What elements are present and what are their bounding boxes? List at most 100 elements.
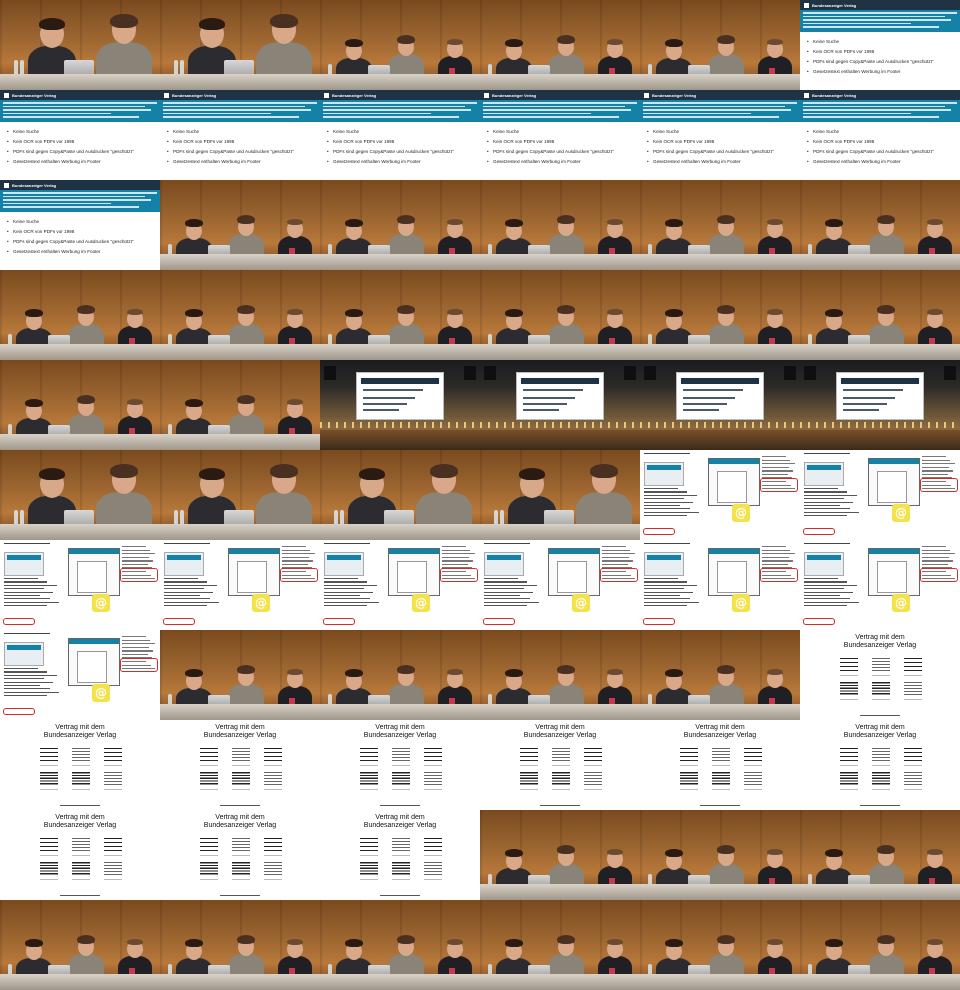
highlight-box	[163, 618, 195, 625]
side-text-line	[922, 463, 955, 465]
video-thumbnail-stage-wide	[480, 270, 640, 360]
contract-page-thumbnail	[264, 748, 282, 762]
page-caption	[104, 765, 122, 766]
video-thumbnail-stage-wide	[480, 900, 640, 990]
person-hair	[199, 18, 225, 30]
body-text-line	[644, 498, 684, 500]
page-caption	[872, 789, 890, 790]
contract-page-thumbnail	[424, 772, 442, 786]
body-text-line	[4, 605, 47, 607]
video-thumbnail-stage-wide	[320, 630, 480, 720]
banner-text-line	[3, 202, 111, 204]
person-hair	[447, 669, 463, 675]
contract-page-thumbnail	[840, 682, 858, 696]
person-hair	[287, 669, 303, 675]
contract-page-thumbnail	[904, 748, 922, 762]
body-text-line	[4, 691, 60, 693]
person-hair	[185, 399, 203, 407]
body-text-line	[4, 588, 44, 590]
person-hair	[25, 399, 43, 407]
body-text-line	[484, 601, 540, 603]
body-text-line	[4, 601, 60, 603]
banner-text-line	[643, 116, 779, 118]
person-hair	[345, 309, 363, 317]
person-hair	[825, 309, 843, 317]
contract-page-thumbnail	[232, 772, 250, 786]
body-text	[324, 578, 380, 608]
body-text-line	[644, 584, 697, 586]
body-text-line	[804, 494, 857, 496]
person-hair	[287, 939, 303, 945]
banner-text-line	[803, 19, 951, 21]
pdf-screenshot	[68, 548, 120, 596]
banner-text-line	[483, 116, 619, 118]
side-text-line	[602, 553, 635, 555]
contract-page-thumbnail	[392, 838, 410, 852]
video-thumbnail-stage-close	[0, 450, 160, 540]
body-text-line	[4, 671, 48, 673]
body-text-line	[164, 601, 220, 603]
at-sign-icon: @	[252, 594, 270, 612]
site-notice-banner	[800, 10, 960, 32]
side-text-line	[442, 549, 471, 551]
desk	[800, 974, 960, 990]
banner-text-line	[3, 102, 157, 104]
side-text-line	[122, 643, 155, 645]
body-text-line	[324, 605, 367, 607]
person-hair	[447, 309, 463, 315]
source-link	[220, 805, 260, 806]
person-hair	[185, 939, 203, 947]
contract-page-thumbnail	[200, 838, 218, 852]
page-caption	[72, 789, 90, 790]
bullet-item: Keine Suche	[806, 37, 933, 47]
site-header: Bundesanzeiger Verlag	[0, 90, 160, 100]
video-thumbnail-pdf: @	[320, 540, 480, 630]
site-brand: Bundesanzeiger Verlag	[332, 92, 377, 98]
side-text-line	[442, 553, 475, 555]
eagle-logo-icon	[324, 92, 329, 98]
side-text-line	[922, 546, 946, 548]
page-caption	[584, 789, 602, 790]
contract-title: Vertrag mit dem Bundesanzeiger Verlag	[320, 814, 480, 830]
body-text-line	[804, 498, 844, 500]
at-sign-icon: @	[732, 594, 750, 612]
body-text-line	[804, 515, 847, 517]
person-hair	[199, 468, 225, 480]
contract-title: Vertrag mit dem Bundesanzeiger Verlag	[800, 634, 960, 650]
body-text	[644, 488, 700, 518]
video-thumbnail-stage-wide	[0, 270, 160, 360]
bullet-item: PDFs sind gegen Copy&Paste und Ausdrucke…	[486, 147, 613, 157]
video-thumbnail-website: Bundesanzeiger Verlag Keine SucheKein OCR…	[800, 90, 960, 180]
slide-header	[841, 378, 919, 384]
bullet-item: PDFs sind gegen Copy&Paste und Ausdrucke…	[166, 147, 293, 157]
bullet-item: Kein OCR von PDFs vor 1998	[806, 47, 933, 57]
person-hair	[927, 219, 943, 225]
bullet-list: Keine SucheKein OCR von PDFs vor 1998PDF…	[486, 127, 613, 167]
at-sign-icon: @	[572, 594, 590, 612]
body-text-line	[324, 591, 374, 593]
desk	[640, 254, 800, 270]
contract-title-line1: Vertrag mit dem	[55, 814, 105, 821]
banner-text-line	[643, 105, 785, 107]
page-caption	[232, 855, 250, 856]
banner-text-line	[3, 192, 157, 194]
slide-text-line	[363, 389, 423, 391]
body-text-line	[644, 601, 700, 603]
side-text-line	[282, 560, 314, 562]
body-text-line	[324, 578, 358, 580]
banner-text-line	[3, 199, 151, 201]
slide-text-line	[363, 397, 415, 399]
speaker-box	[324, 366, 336, 380]
person-hair	[397, 215, 415, 224]
body-text-line	[164, 605, 207, 607]
contract-page-thumbnail	[104, 862, 122, 876]
person-hair	[77, 305, 95, 314]
pdf-screenshot	[68, 638, 120, 686]
video-thumbnail-pdf: @	[800, 540, 960, 630]
site-brand: Bundesanzeiger Verlag	[812, 92, 857, 98]
speaker-box	[624, 366, 636, 380]
banner-text-line	[323, 102, 477, 104]
body-text-line	[4, 584, 57, 586]
contract-page-thumbnail	[680, 748, 698, 762]
person-hair	[39, 18, 65, 30]
